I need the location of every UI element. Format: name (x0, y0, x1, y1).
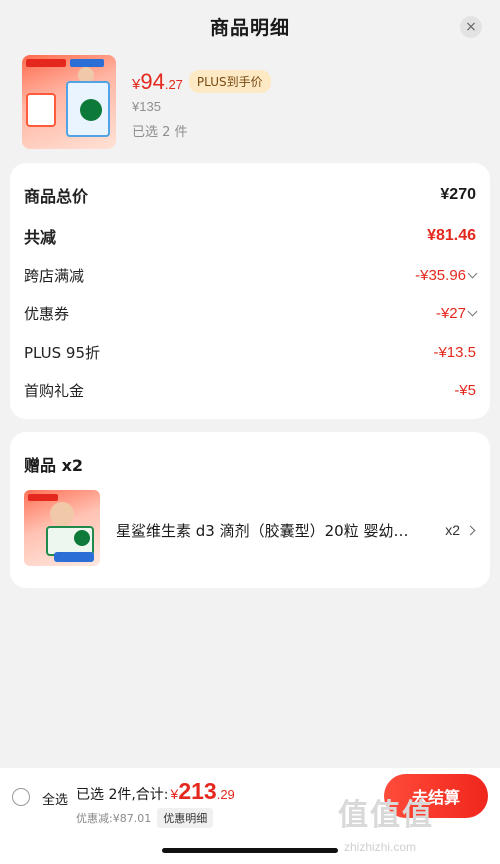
row-total-discount: 共减 ¥81.46 (24, 224, 476, 248)
total-prefix: 已选 2件,合计: (76, 787, 169, 803)
gift-thumbnail[interactable] (24, 490, 100, 566)
home-indicator (162, 848, 338, 853)
gift-thumb-tag (28, 494, 58, 501)
discount-amount: 优惠减:¥87.01 (76, 812, 152, 825)
original-price: ¥135 (132, 99, 161, 114)
chevron-down-icon (467, 268, 478, 279)
chevron-down-icon (467, 306, 478, 317)
sheet-header: 商品明细 × (0, 0, 500, 52)
gift-item-qty: x2 (445, 522, 460, 538)
row-value: ¥270 (440, 186, 476, 203)
gift-item-name[interactable]: 星鲨维生素 d3 滴剂（胶囊型）20粒 婴幼儿维生素D3 (116, 520, 416, 541)
row-plus-discount: PLUS 95折 -¥13.5 (24, 342, 476, 363)
product-summary: ¥94.27 PLUS到手价 ¥135 已选 2 件 (22, 55, 482, 151)
gifts-title: 赠品 x2 (24, 456, 84, 475)
thumbnail-store-tag (70, 59, 104, 67)
row-total-price: 商品总价 ¥270 (24, 183, 476, 207)
watermark-url: zhizhizhi.com (344, 840, 417, 854)
plus-price-tag: PLUS到手价 (188, 70, 271, 93)
row-label: 跨店满减 (24, 267, 85, 285)
row-label: 首购礼金 (24, 382, 85, 400)
select-all-label[interactable]: 全选 (42, 789, 68, 808)
total-amount: ¥213.29 (170, 778, 235, 804)
row-first-purchase-gift: 首购礼金 -¥5 (24, 380, 476, 401)
close-icon: × (465, 19, 477, 35)
product-thumbnail[interactable] (22, 55, 116, 149)
discount-detail-button[interactable]: 优惠明细 (157, 808, 214, 828)
row-value: -¥5 (454, 382, 476, 399)
row-label: 优惠券 (24, 305, 70, 323)
thumbnail-d-logo (80, 99, 102, 121)
chevron-right-icon[interactable] (465, 525, 476, 536)
gift-thumb-d-logo (74, 530, 90, 546)
row-label: 商品总价 (24, 187, 89, 206)
thumbnail-badge (26, 93, 56, 127)
row-label: 共减 (24, 228, 57, 247)
row-coupon[interactable]: 优惠券 -¥27 (24, 303, 478, 324)
selected-count: 已选 2 件 (132, 125, 188, 140)
watermark-logo: 值值值 (338, 798, 434, 833)
row-value: ¥81.46 (427, 227, 476, 244)
row-cross-store-discount[interactable]: 跨店满减 -¥35.96 (24, 265, 478, 286)
gift-thumb-person (50, 502, 74, 526)
price-breakdown-card: 商品总价 ¥270 共减 ¥81.46 跨店满减 -¥35.96 优惠券 -¥2… (10, 163, 490, 419)
gifts-card: 赠品 x2 星鲨维生素 d3 滴剂（胶囊型）20粒 婴幼儿维生素D3 x2 (10, 432, 490, 588)
select-all-radio[interactable] (12, 788, 30, 806)
price-row: ¥94.27 PLUS到手价 (132, 69, 271, 96)
discount-line: 优惠减:¥87.01 优惠明细 (76, 808, 214, 828)
gift-thumb-label (54, 552, 94, 562)
row-label: PLUS 95折 (24, 344, 101, 362)
row-value: -¥35.96 (415, 267, 478, 284)
close-button[interactable]: × (460, 16, 482, 38)
total-line: 已选 2件,合计: ¥213.29 (76, 778, 235, 805)
page-title: 商品明细 (209, 16, 290, 39)
thumbnail-brand-tag (26, 59, 66, 67)
watermark: 值值值 zhizhizhi.com (338, 790, 488, 860)
plus-price: ¥94.27 (132, 69, 183, 94)
row-value: -¥27 (436, 305, 478, 322)
row-value: -¥13.5 (433, 344, 476, 361)
